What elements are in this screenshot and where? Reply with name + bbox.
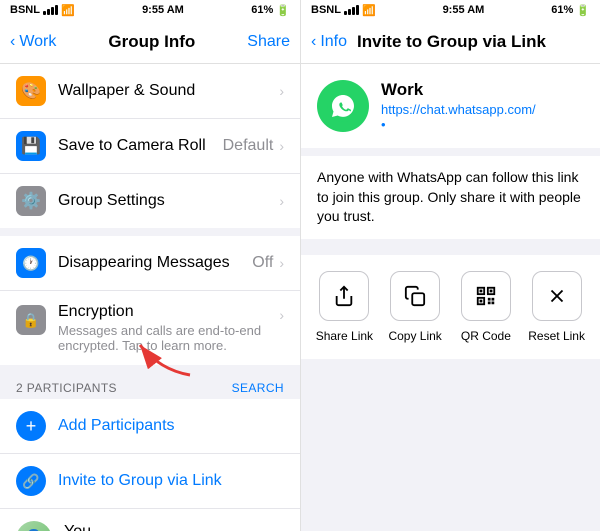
group-settings-label: Group Settings xyxy=(58,192,279,210)
reset-link-action[interactable]: Reset Link xyxy=(527,271,587,343)
camera-roll-chevron-icon: › xyxy=(279,138,284,154)
encryption-item[interactable]: 🔒 Encryption Messages and calls are end-… xyxy=(0,291,300,365)
left-time: 9:55 AM xyxy=(142,4,184,16)
invite-link-item[interactable]: 🔗 Invite to Group via Link xyxy=(0,454,300,509)
disappearing-label: Disappearing Messages xyxy=(58,254,252,272)
left-battery-info: 61% 🔋 xyxy=(251,4,290,17)
copy-link-label: Copy Link xyxy=(388,329,441,343)
disappearing-chevron-icon: › xyxy=(279,255,284,271)
group-settings-item[interactable]: ⚙️ Group Settings › xyxy=(0,174,300,228)
settings-section: 🎨 Wallpaper & Sound › 💾 Save to Camera R… xyxy=(0,64,300,228)
camera-roll-value: Default xyxy=(223,137,274,155)
left-carrier: BSNL xyxy=(10,4,40,16)
add-participants-icon: + xyxy=(16,411,46,441)
left-carrier-info: BSNL 📶 xyxy=(10,4,75,17)
left-nav-bar: ‹ Work Group Info Share xyxy=(0,20,300,64)
you-avatar-img: 👤 xyxy=(16,521,52,531)
share-link-label: Share Link xyxy=(316,329,373,343)
wallpaper-icon: 🎨 xyxy=(16,76,46,106)
invite-info-text: Anyone with WhatsApp can follow this lin… xyxy=(301,156,600,239)
left-battery-icon: 🔋 xyxy=(276,4,290,17)
back-to-work[interactable]: ‹ Work xyxy=(10,33,56,51)
add-participants-label: Add Participants xyxy=(58,417,175,435)
qr-code-label: QR Code xyxy=(461,329,511,343)
copy-link-icon xyxy=(390,271,440,321)
reset-link-icon xyxy=(532,271,582,321)
add-participants-item[interactable]: + Add Participants xyxy=(0,399,300,454)
group-link-more: • xyxy=(381,117,584,132)
group-text: Work https://chat.whatsapp.com/ • xyxy=(381,80,584,132)
search-participants-button[interactable]: SEARCH xyxy=(232,381,284,395)
left-wifi-icon: 📶 xyxy=(61,4,75,17)
wallpaper-label: Wallpaper & Sound xyxy=(58,82,279,100)
group-avatar xyxy=(317,80,369,132)
encryption-icon: 🔒 xyxy=(16,305,46,335)
privacy-section: 🕐 Disappearing Messages Off › 🔒 Encrypti… xyxy=(0,236,300,365)
right-battery: 61% xyxy=(551,4,573,16)
right-wifi-icon: 📶 xyxy=(362,4,376,17)
right-status-bar: BSNL 📶 9:55 AM 61% 🔋 xyxy=(301,0,600,20)
wallpaper-chevron-icon: › xyxy=(279,83,284,99)
user-you-item[interactable]: 👤 You Available Admin xyxy=(0,509,300,531)
user-you-info: You Available xyxy=(64,523,244,531)
share-link-icon xyxy=(319,271,369,321)
participants-header: 2 PARTICIPANTS SEARCH xyxy=(0,373,300,399)
user-you-name: You xyxy=(64,523,244,531)
back-label: Work xyxy=(19,33,56,51)
right-back-label: Info xyxy=(320,33,347,51)
encryption-sublabel: Messages and calls are end-to-end encryp… xyxy=(58,323,279,353)
actions-row: Share Link Copy Link xyxy=(301,255,600,359)
left-panel: BSNL 📶 9:55 AM 61% 🔋 ‹ Work Group Info S… xyxy=(0,0,300,531)
left-signal xyxy=(43,5,58,15)
whatsapp-logo-icon xyxy=(327,90,359,122)
disappearing-icon: 🕐 xyxy=(16,248,46,278)
camera-roll-label: Save to Camera Roll xyxy=(58,137,223,155)
right-nav-bar: ‹ Info Invite to Group via Link xyxy=(301,20,600,64)
left-battery: 61% xyxy=(251,4,273,16)
disappearing-messages-item[interactable]: 🕐 Disappearing Messages Off › xyxy=(0,236,300,291)
group-settings-icon: ⚙️ xyxy=(16,186,46,216)
group-name: Work xyxy=(381,80,584,100)
back-to-info[interactable]: ‹ Info xyxy=(311,33,347,51)
wallpaper-item[interactable]: 🎨 Wallpaper & Sound › xyxy=(0,64,300,119)
reset-link-label: Reset Link xyxy=(528,329,585,343)
right-back-chevron-icon: ‹ xyxy=(311,33,316,51)
invite-link-label: Invite to Group via Link xyxy=(58,472,222,490)
right-battery-info: 61% 🔋 xyxy=(551,4,590,17)
invite-link-icon: 🔗 xyxy=(16,466,46,496)
group-link: https://chat.whatsapp.com/ xyxy=(381,102,584,117)
user-you-avatar: 👤 xyxy=(16,521,52,531)
encryption-label: Encryption xyxy=(58,303,279,321)
encryption-chevron-icon: › xyxy=(279,307,284,323)
group-info-card: Work https://chat.whatsapp.com/ • xyxy=(301,64,600,148)
right-carrier-info: BSNL 📶 xyxy=(311,4,376,17)
encryption-content: Encryption Messages and calls are end-to… xyxy=(58,303,279,353)
disappearing-value: Off xyxy=(252,254,273,272)
share-link-action[interactable]: Share Link xyxy=(314,271,374,343)
right-time: 9:55 AM xyxy=(443,4,485,16)
right-panel: BSNL 📶 9:55 AM 61% 🔋 ‹ Info Invite to Gr… xyxy=(300,0,600,531)
copy-link-action[interactable]: Copy Link xyxy=(385,271,445,343)
qr-code-action[interactable]: QR Code xyxy=(456,271,516,343)
right-carrier: BSNL xyxy=(311,4,341,16)
camera-roll-item[interactable]: 💾 Save to Camera Roll Default › xyxy=(0,119,300,174)
right-battery-icon: 🔋 xyxy=(576,4,590,17)
qr-code-icon xyxy=(461,271,511,321)
camera-roll-icon: 💾 xyxy=(16,131,46,161)
left-scroll: 🎨 Wallpaper & Sound › 💾 Save to Camera R… xyxy=(0,64,300,531)
back-chevron-icon: ‹ xyxy=(10,33,15,51)
participants-section: + Add Participants 🔗 Invite to Group via… xyxy=(0,399,300,531)
left-nav-title: Group Info xyxy=(108,32,195,52)
share-button[interactable]: Share xyxy=(247,33,290,51)
participants-count: 2 PARTICIPANTS xyxy=(16,381,117,395)
right-signal xyxy=(344,5,359,15)
right-nav-title: Invite to Group via Link xyxy=(357,32,546,52)
left-status-bar: BSNL 📶 9:55 AM 61% 🔋 xyxy=(0,0,300,20)
group-settings-chevron-icon: › xyxy=(279,193,284,209)
